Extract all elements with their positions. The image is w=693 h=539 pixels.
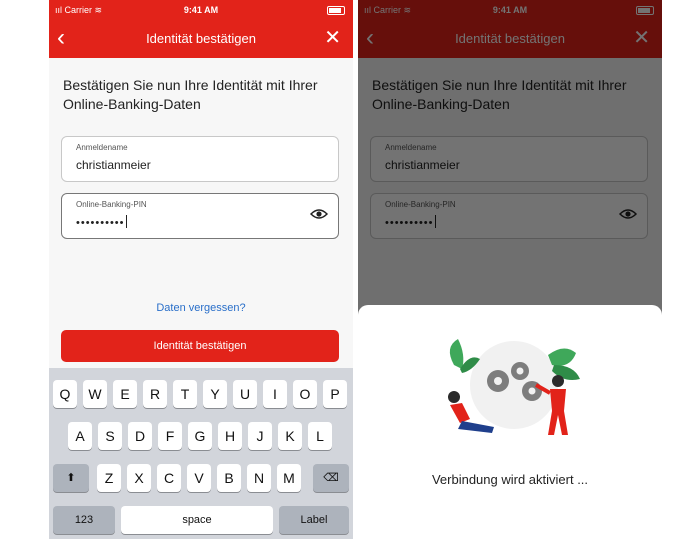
delete-key[interactable]: ⌫ (313, 464, 349, 492)
key-a[interactable]: A (68, 422, 92, 450)
loading-status-text: Verbindung wird aktiviert ... (431, 472, 589, 487)
loading-sheet: Verbindung wird aktiviert ... (358, 305, 662, 539)
key-k[interactable]: K (278, 422, 302, 450)
instruction-heading: Bestätigen Sie nun Ihre Identität mit Ih… (63, 77, 318, 112)
pin-field[interactable]: Online-Banking-PIN •••••••••• (61, 193, 339, 239)
key-y[interactable]: Y (203, 380, 227, 408)
gears-illustration-icon (448, 339, 580, 435)
key-q[interactable]: Q (53, 380, 77, 408)
confirm-identity-button[interactable]: Identität bestätigen (61, 330, 339, 362)
key-t[interactable]: T (173, 380, 197, 408)
keyboard: QWERTYUIOP ASDFGHJKL ⬆ ZXCVBNM ⌫ 123 spa… (49, 368, 353, 539)
key-j[interactable]: J (248, 422, 272, 450)
key-m[interactable]: M (277, 464, 301, 492)
key-x[interactable]: X (127, 464, 151, 492)
status-bar: ııl Carrier ≋ 9:41 AM (49, 0, 353, 20)
pin-label: Online-Banking-PIN (76, 200, 147, 209)
username-value: christianmeier (76, 158, 151, 172)
battery-icon (327, 6, 345, 15)
page-title: Identität bestätigen (146, 31, 256, 46)
label-key[interactable]: Label (279, 506, 349, 534)
username-field[interactable]: Anmeldename christianmeier (61, 136, 339, 182)
eye-icon[interactable] (310, 208, 328, 220)
key-d[interactable]: D (128, 422, 152, 450)
key-v[interactable]: V (187, 464, 211, 492)
key-g[interactable]: G (188, 422, 212, 450)
key-c[interactable]: C (157, 464, 181, 492)
key-i[interactable]: I (263, 380, 287, 408)
key-p[interactable]: P (323, 380, 347, 408)
key-u[interactable]: U (233, 380, 257, 408)
key-e[interactable]: E (113, 380, 137, 408)
login-screen: ııl Carrier ≋ 9:41 AM ‹ Identität bestät… (49, 0, 353, 539)
key-w[interactable]: W (83, 380, 107, 408)
clock: 9:41 AM (183, 5, 219, 15)
back-icon[interactable]: ‹ (57, 25, 65, 51)
key-b[interactable]: B (217, 464, 241, 492)
shift-key[interactable]: ⬆ (53, 464, 89, 492)
key-z[interactable]: Z (97, 464, 121, 492)
close-icon[interactable]: ✕ (324, 27, 341, 49)
pin-value: •••••••••• (76, 217, 125, 229)
key-r[interactable]: R (143, 380, 167, 408)
key-h[interactable]: H (218, 422, 242, 450)
activation-screen: ııl Carrier ≋ 9:41 AM ‹ Identität bestät… (358, 0, 662, 539)
key-f[interactable]: F (158, 422, 182, 450)
key-n[interactable]: N (247, 464, 271, 492)
space-key[interactable]: space (121, 506, 273, 534)
text-caret (125, 215, 127, 228)
username-label: Anmeldename (76, 143, 128, 152)
nav-bar: ‹ Identität bestätigen ✕ (49, 20, 353, 58)
key-l[interactable]: L (308, 422, 332, 450)
numbers-key[interactable]: 123 (53, 506, 115, 534)
key-s[interactable]: S (98, 422, 122, 450)
key-o[interactable]: O (293, 380, 317, 408)
forgot-data-link[interactable]: Daten vergessen? (49, 302, 353, 314)
